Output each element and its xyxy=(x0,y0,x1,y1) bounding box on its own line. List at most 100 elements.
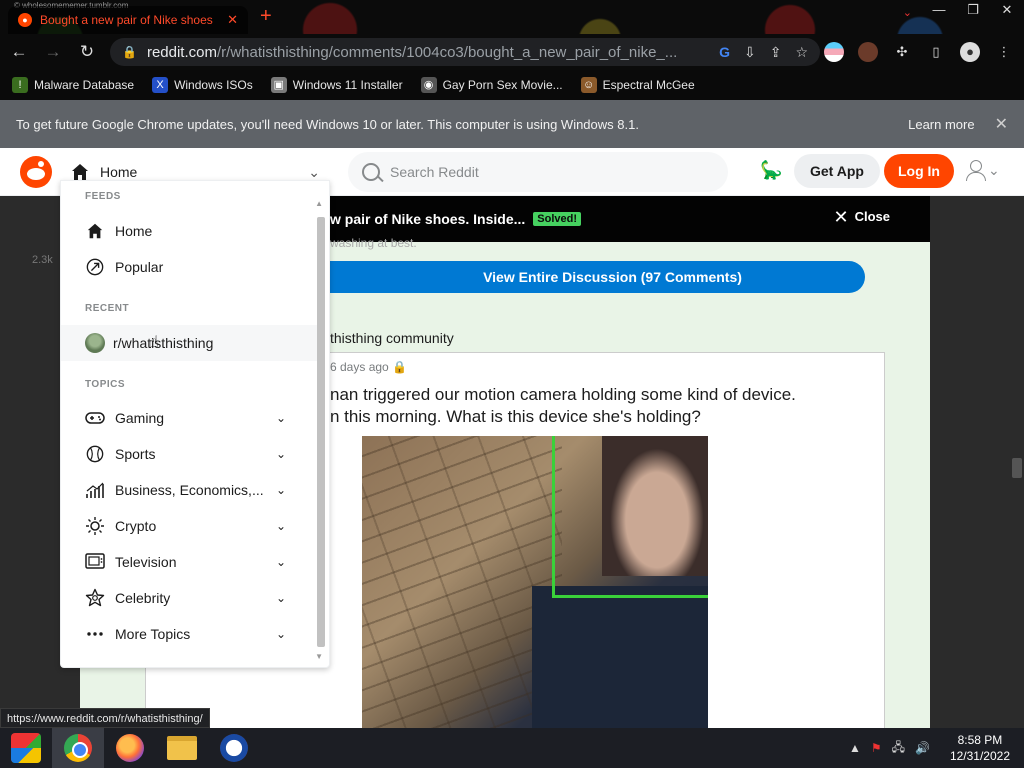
more-icon xyxy=(85,624,105,644)
windows-start-icon xyxy=(11,733,41,763)
url-domain: reddit.com xyxy=(146,43,217,61)
new-tab-button[interactable]: + xyxy=(260,6,272,26)
scroll-down-arrow-icon[interactable]: ▼ xyxy=(315,652,323,661)
taskbar-clock[interactable]: 8:58 PM 12/31/2022 xyxy=(950,732,1010,764)
dropdown-item-label: Gaming xyxy=(115,410,165,426)
start-button[interactable] xyxy=(0,728,52,768)
tray-expand-icon[interactable]: ▲ xyxy=(849,741,861,755)
dropdown-item-television[interactable]: Television ⌄ xyxy=(61,544,317,580)
chevron-down-icon[interactable]: ⌄ xyxy=(271,519,291,533)
minimize-icon[interactable]: — xyxy=(922,0,956,20)
get-app-button[interactable]: Get App xyxy=(794,154,880,188)
snoo-app-icon[interactable]: 🦕 xyxy=(760,160,782,182)
system-tray: ▲ ⚑ 🖧 🔊 8:58 PM 12/31/2022 xyxy=(849,728,1024,768)
globe-icon: ◉ xyxy=(420,77,437,93)
chevron-down-icon[interactable]: ⌄ xyxy=(271,411,291,425)
bookmark-label: Malware Database xyxy=(34,78,135,92)
dropdown-item-celebrity[interactable]: Celebrity ⌄ xyxy=(61,580,317,616)
reddit-logo-icon[interactable] xyxy=(20,156,52,188)
dropdown-item-gaming[interactable]: Gaming ⌄ xyxy=(61,400,317,436)
share-icon[interactable]: ⇪ xyxy=(770,44,782,61)
dropdown-item-home[interactable]: Home xyxy=(61,213,317,249)
login-button[interactable]: Log In xyxy=(884,154,954,188)
url-text[interactable]: reddit.com/r/whatisthisthing/comments/10… xyxy=(147,44,719,61)
extensions-puzzle-icon[interactable]: ✣ xyxy=(892,42,912,62)
bookmark-item[interactable]: ▣ Windows 11 Installer xyxy=(270,77,403,93)
page-scroll-thumb[interactable] xyxy=(1012,458,1022,478)
post-meta: 6 days ago 🔒 xyxy=(330,360,407,374)
learn-more-link[interactable]: Learn more xyxy=(908,117,974,132)
bookmark-star-icon[interactable]: ☆ xyxy=(795,44,808,61)
dropdown-item-label: Celebrity xyxy=(115,590,171,606)
home-icon xyxy=(85,221,105,241)
bookmarks-bar: ! Malware Database X Windows ISOs ▣ Wind… xyxy=(0,70,1024,100)
bookmark-label: Espectral McGee xyxy=(602,78,695,92)
dropdown-item-recent-subreddit[interactable]: r/whatisthisthing xyxy=(61,325,317,361)
tab-search-icon[interactable]: ⌄ xyxy=(903,6,912,19)
extension-avatar-icon[interactable] xyxy=(858,42,878,62)
firefox-icon xyxy=(116,734,144,762)
omnibox-icons: G ⇩ ⇪ ☆ xyxy=(719,44,808,61)
bookmark-item[interactable]: ◉ Gay Porn Sex Movie... xyxy=(420,77,563,93)
close-label: Close xyxy=(854,209,890,224)
close-button[interactable]: ✕ Close xyxy=(834,208,891,226)
dropdown-scrollbar[interactable]: ▲ ▼ xyxy=(315,189,327,665)
browser-tab-active[interactable]: ● Bought a new pair of Nike shoes ✕ xyxy=(8,6,248,34)
page-scrollbar[interactable] xyxy=(1010,196,1024,728)
view-entire-discussion-button[interactable]: View Entire Discussion (97 Comments) xyxy=(300,261,865,293)
chevron-down-icon[interactable]: ⌄ xyxy=(271,627,291,641)
search-bar[interactable] xyxy=(348,152,728,192)
chrome-menu-icon[interactable]: ⋮ xyxy=(994,42,1014,62)
jacket xyxy=(532,586,708,728)
user-menu-dropdown[interactable]: ⌄ xyxy=(966,160,1000,181)
restore-icon[interactable]: ❐ xyxy=(956,0,990,20)
dropdown-item-label: Popular xyxy=(115,259,164,275)
dropdown-item-popular[interactable]: Popular xyxy=(61,249,317,285)
volume-icon[interactable]: 🔊 xyxy=(915,741,930,755)
post-image[interactable] xyxy=(362,436,708,728)
bookmark-item[interactable]: X Windows ISOs xyxy=(152,77,253,93)
dropdown-item-label: More Topics xyxy=(115,626,191,642)
chevron-down-icon[interactable]: ⌄ xyxy=(271,555,291,569)
profile-icon[interactable]: ● xyxy=(960,42,980,62)
x-logo-icon: X xyxy=(152,77,169,93)
lock-icon[interactable]: 🔒 xyxy=(122,45,137,59)
dropdown-item-sports[interactable]: Sports ⌄ xyxy=(61,436,317,472)
side-panel-icon[interactable]: ▯ xyxy=(926,42,946,62)
user-icon xyxy=(966,160,986,181)
dropdown-item-business[interactable]: Business, Economics,... ⌄ xyxy=(61,472,317,508)
community-heading: thisthing community xyxy=(330,330,454,346)
bookmark-item[interactable]: ! Malware Database xyxy=(12,77,134,93)
forward-icon[interactable]: → xyxy=(38,37,68,67)
network-icon[interactable]: 🖧 xyxy=(892,738,905,759)
reload-icon[interactable]: ↻ xyxy=(72,37,102,67)
install-app-icon[interactable]: ⇩ xyxy=(744,44,756,61)
warning-icon: ! xyxy=(12,77,28,93)
chevron-down-icon[interactable]: ⌄ xyxy=(271,591,291,605)
google-lens-icon[interactable]: G xyxy=(719,44,730,61)
back-icon[interactable]: ← xyxy=(4,37,34,67)
chevron-down-icon[interactable]: ⌄ xyxy=(271,483,291,497)
motion-detection-box xyxy=(552,436,708,598)
topics-heading: TOPICS xyxy=(85,379,126,390)
taskbar-chrome[interactable] xyxy=(52,728,104,768)
folder-icon xyxy=(167,736,197,760)
taskbar-explorer[interactable] xyxy=(156,728,208,768)
dropdown-scroll-thumb[interactable] xyxy=(317,217,325,647)
address-bar[interactable]: 🔒 reddit.com/r/whatisthisthing/comments/… xyxy=(110,38,820,66)
dropdown-item-crypto[interactable]: Crypto ⌄ xyxy=(61,508,317,544)
post-title[interactable]: nan triggered our motion camera holding … xyxy=(330,384,850,428)
chevron-down-icon[interactable]: ⌄ xyxy=(271,447,291,461)
taskbar-firefox[interactable] xyxy=(104,728,156,768)
close-window-icon[interactable]: ✕ xyxy=(990,0,1024,20)
reddit-favicon-icon: ● xyxy=(18,13,32,27)
search-input[interactable] xyxy=(390,164,714,180)
taskbar-app[interactable] xyxy=(208,728,260,768)
bookmark-item[interactable]: ☺ Espectral McGee xyxy=(580,77,695,93)
action-center-flag-icon[interactable]: ⚑ xyxy=(871,741,882,755)
extension-flag-icon[interactable] xyxy=(824,42,844,62)
dropdown-item-more-topics[interactable]: More Topics ⌄ xyxy=(61,616,317,652)
tab-close-icon[interactable]: ✕ xyxy=(227,12,238,28)
scroll-up-arrow-icon[interactable]: ▲ xyxy=(315,199,323,208)
infobar-close-icon[interactable]: ✕ xyxy=(995,114,1008,134)
